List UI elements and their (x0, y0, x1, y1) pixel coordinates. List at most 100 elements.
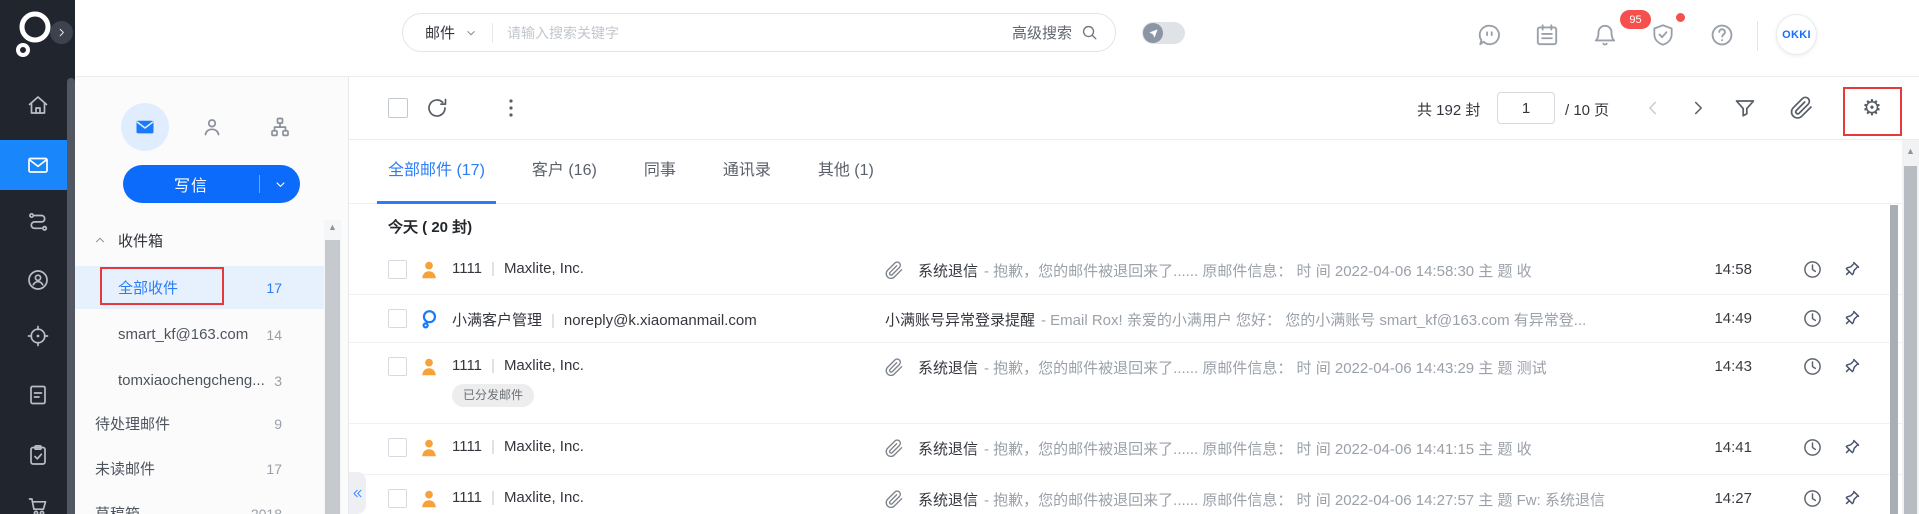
folder-label: 待处理邮件 (95, 416, 171, 433)
row-tag: 已分发邮件 (452, 384, 535, 407)
document-icon[interactable] (26, 383, 50, 407)
subject-title: 系统退信 (918, 492, 979, 509)
chevron-down-icon[interactable] (464, 26, 478, 40)
snooze-clock-icon[interactable] (1802, 437, 1823, 458)
row-checkbox[interactable] (388, 260, 407, 279)
search-scope-select[interactable]: 邮件 (425, 22, 455, 43)
rail-expand-button[interactable] (50, 21, 73, 44)
folder-count: 2018 (250, 505, 282, 514)
row-checkbox[interactable] (388, 357, 407, 376)
row-checkbox[interactable] (388, 489, 407, 508)
sender-cell: 1111 | Maxlite, Inc. (452, 489, 584, 506)
row-checkbox[interactable] (388, 309, 407, 328)
shield-icon[interactable] (1650, 22, 1676, 48)
email-row[interactable]: 1111 | Maxlite, Inc. 系统退信 - 抱歉，您的邮件被退回来了..… (349, 424, 1904, 475)
snooze-clock-icon[interactable] (1802, 356, 1823, 377)
snooze-clock-icon[interactable] (1802, 308, 1823, 329)
sidebar-folder-item[interactable]: 未读邮件 17 (75, 447, 324, 490)
subject-cell: 系统退信 - 抱歉，您的邮件被退回来了...... 原邮件信息： 时 间 202… (885, 438, 1704, 459)
sender-name: 1111 (452, 357, 483, 374)
folder-count: 3 (274, 372, 282, 389)
subject-cell: 系统退信 - 抱歉，您的邮件被退回来了...... 原邮件信息： 时 间 202… (885, 260, 1704, 281)
contacts-icon[interactable] (26, 268, 50, 292)
pin-icon[interactable] (1841, 308, 1862, 329)
sidebar-folder-item[interactable]: tomxiaochengcheng... 3 (75, 359, 324, 402)
email-row[interactable]: 1111 | Maxlite, Inc. 系统退信 - 抱歉，您的邮件被退回来了..… (349, 246, 1904, 295)
attachment-icon (885, 358, 904, 377)
list-scrollbar-thumb[interactable] (1890, 205, 1898, 514)
folder-label: smart_kf@163.com (118, 326, 249, 343)
advanced-search-button[interactable]: 高级搜索 (1012, 22, 1072, 43)
search-icon[interactable] (1080, 23, 1099, 42)
folder-label: 草稿箱 (95, 503, 140, 514)
mail-tab-icon[interactable] (121, 103, 169, 151)
pin-icon[interactable] (1841, 259, 1862, 280)
sidebar-scrollbar-thumb[interactable] (325, 240, 340, 514)
email-row[interactable]: 小满客户管理 | noreply@k.xiaomanmail.com 小满账号异常登… (349, 295, 1904, 343)
bell-icon[interactable] (1592, 22, 1618, 48)
page-scrollbar[interactable]: ▲ (1902, 140, 1919, 514)
pin-icon[interactable] (1841, 488, 1862, 509)
compose-button[interactable]: 写信 (123, 165, 300, 203)
org-tab-icon[interactable] (256, 103, 304, 151)
cart-icon[interactable] (26, 493, 50, 514)
email-row[interactable]: 1111 | Maxlite, Inc. 系统退信 - 抱歉，您的邮件被退回来了..… (349, 475, 1904, 514)
subject-preview: - 抱歉，您的邮件被退回来了...... 原邮件信息： 时 间 2022-04-… (984, 441, 1532, 458)
attachment-icon (885, 439, 904, 458)
sidebar-scrollbar[interactable]: ▲ (324, 220, 341, 514)
quick-toggle[interactable] (1142, 22, 1185, 44)
sidebar-folder-item[interactable]: smart_kf@163.com 14 (75, 313, 324, 356)
pin-icon[interactable] (1841, 356, 1862, 377)
sidebar-folder-item[interactable]: 待处理邮件 9 (75, 402, 324, 445)
chat-icon[interactable] (1477, 22, 1503, 48)
search-input[interactable] (507, 24, 1012, 41)
snooze-clock-icon[interactable] (1802, 259, 1823, 280)
received-time: 14:58 (1714, 261, 1752, 278)
folder-count: 17 (266, 460, 282, 477)
okki-brand-button[interactable]: OKKI (1776, 14, 1817, 55)
tasks-icon[interactable] (26, 443, 50, 467)
toggle-knob (1143, 23, 1163, 43)
sender-divider: | (551, 312, 555, 329)
workflow-icon[interactable] (26, 208, 50, 232)
received-time: 14:43 (1714, 358, 1752, 375)
received-time: 14:49 (1714, 310, 1752, 327)
snooze-clock-icon[interactable] (1802, 488, 1823, 509)
received-time: 14:27 (1714, 490, 1752, 507)
subject-title: 系统退信 (918, 441, 979, 458)
sidebar-collapse-button[interactable] (349, 472, 366, 514)
help-icon[interactable] (1709, 22, 1735, 48)
top-bar: 邮件 高级搜索 95 OKKI (75, 0, 1919, 77)
sender-address: noreply@k.xiaomanmail.com (563, 312, 757, 329)
caret-up-icon (93, 233, 107, 247)
mail-icon[interactable] (26, 153, 50, 177)
inbox-header-label: 收件箱 (118, 232, 164, 250)
sender-avatar-icon (418, 488, 440, 510)
email-row[interactable]: 1111 | Maxlite, Inc. 系统退信 - 抱歉，您的邮件被退回来了..… (349, 343, 1904, 424)
pin-icon[interactable] (1841, 437, 1862, 458)
sender-divider: | (491, 438, 495, 455)
inbox-tree-header[interactable]: 收件箱 (75, 219, 324, 261)
sender-cell: 小满客户管理 | noreply@k.xiaomanmail.com (452, 309, 757, 330)
compose-label: 写信 (173, 178, 208, 195)
sender-cell: 1111 | Maxlite, Inc. (452, 357, 584, 374)
calendar-icon[interactable] (1534, 22, 1560, 48)
xiaoman-logo-icon (8, 5, 54, 57)
sidebar-folder-item[interactable]: 草稿箱 2018 (75, 492, 324, 514)
scroll-up-arrow[interactable]: ▲ (324, 222, 341, 232)
scroll-up-arrow[interactable]: ▲ (1902, 146, 1919, 156)
home-icon[interactable] (26, 93, 50, 117)
target-icon[interactable] (26, 324, 50, 348)
rail-scrollbar-thumb[interactable] (67, 78, 75, 514)
left-rail (0, 0, 75, 514)
attachment-icon (885, 261, 904, 280)
notification-badge: 95 (1620, 10, 1651, 29)
contacts-tab-icon[interactable] (188, 103, 236, 151)
search-bar: 邮件 高级搜索 (402, 13, 1116, 52)
row-checkbox[interactable] (388, 438, 407, 457)
page-scrollbar-thumb[interactable] (1904, 166, 1917, 514)
sender-name: 1111 (452, 260, 483, 277)
annotation-box-inbox (100, 267, 224, 305)
compose-dropdown[interactable] (260, 177, 300, 192)
subject-preview: - Email Rox! 亲爱的小满用户 您好： 您的小满账号 smart_kf… (1041, 312, 1587, 329)
